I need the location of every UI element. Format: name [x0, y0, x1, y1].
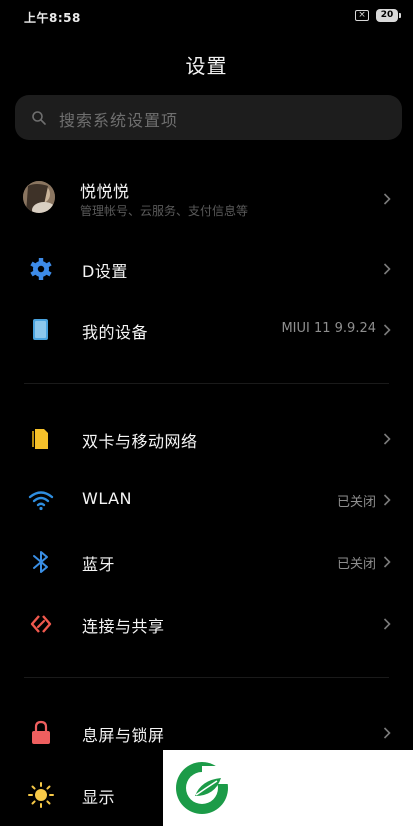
- search-icon: [32, 111, 46, 125]
- no-sim-icon: ×: [355, 10, 369, 21]
- chevron-right-icon: [383, 433, 391, 445]
- settings-item-label: 连接与共享: [82, 617, 165, 636]
- chevron-right-icon: [383, 494, 391, 506]
- chevron-right-icon: [383, 618, 391, 630]
- settings-item-label: 息屏与锁屏: [82, 726, 165, 745]
- search-placeholder: 搜索系统设置项: [59, 111, 179, 130]
- settings-item-label: 显示: [82, 788, 116, 807]
- settings-item-dual-sim[interactable]: 双卡与移动网络: [0, 411, 413, 467]
- avatar: [23, 181, 55, 213]
- chevron-right-icon: [383, 193, 391, 205]
- sun-icon: [28, 782, 54, 808]
- settings-item-d-settings[interactable]: D设置: [0, 241, 413, 297]
- settings-item-my-device[interactable]: 我的设备 MIUI 11 9.9.24: [0, 302, 413, 358]
- battery-icon: 20: [376, 9, 401, 22]
- settings-item-label: WLAN: [82, 489, 133, 508]
- section-divider: [24, 677, 389, 678]
- leaf-logo-icon: [176, 762, 230, 814]
- wifi-icon: [28, 491, 54, 511]
- chevron-right-icon: [383, 324, 391, 336]
- settings-item-value: 已关闭: [336, 495, 376, 510]
- device-icon: [33, 319, 48, 340]
- account-name: 悦悦悦: [80, 182, 130, 201]
- chevron-right-icon: [383, 556, 391, 568]
- status-time: 上午8:58: [24, 11, 81, 25]
- settings-item-bluetooth[interactable]: 蓝牙 已关闭: [0, 534, 413, 590]
- account-row[interactable]: 悦悦悦 管理帐号、云服务、支付信息等: [0, 168, 413, 228]
- settings-item-label: D设置: [82, 262, 128, 281]
- watermark-logo: [163, 750, 413, 826]
- settings-item-value: 已关闭: [336, 557, 376, 572]
- settings-item-label: 蓝牙: [82, 555, 116, 574]
- chevron-right-icon: [383, 263, 391, 275]
- section-divider: [24, 383, 389, 384]
- sim-card-icon: [32, 429, 48, 449]
- chevron-right-icon: [383, 727, 391, 739]
- connection-share-icon: [30, 615, 52, 633]
- page-title: 设置: [185, 54, 228, 78]
- settings-item-wlan[interactable]: WLAN 已关闭: [0, 472, 413, 528]
- settings-item-label: 双卡与移动网络: [82, 432, 198, 451]
- lock-icon: [32, 720, 50, 744]
- status-bar: 上午8:58 × 20: [0, 0, 413, 32]
- settings-item-label: 我的设备: [82, 323, 149, 342]
- search-bar[interactable]: 搜索系统设置项: [15, 95, 402, 140]
- settings-item-connection-sharing[interactable]: 连接与共享: [0, 596, 413, 652]
- gear-icon: [30, 258, 52, 280]
- settings-item-value: MIUI 11 9.9.24: [281, 321, 376, 336]
- bluetooth-icon: [33, 551, 48, 573]
- account-subtitle: 管理帐号、云服务、支付信息等: [80, 204, 249, 218]
